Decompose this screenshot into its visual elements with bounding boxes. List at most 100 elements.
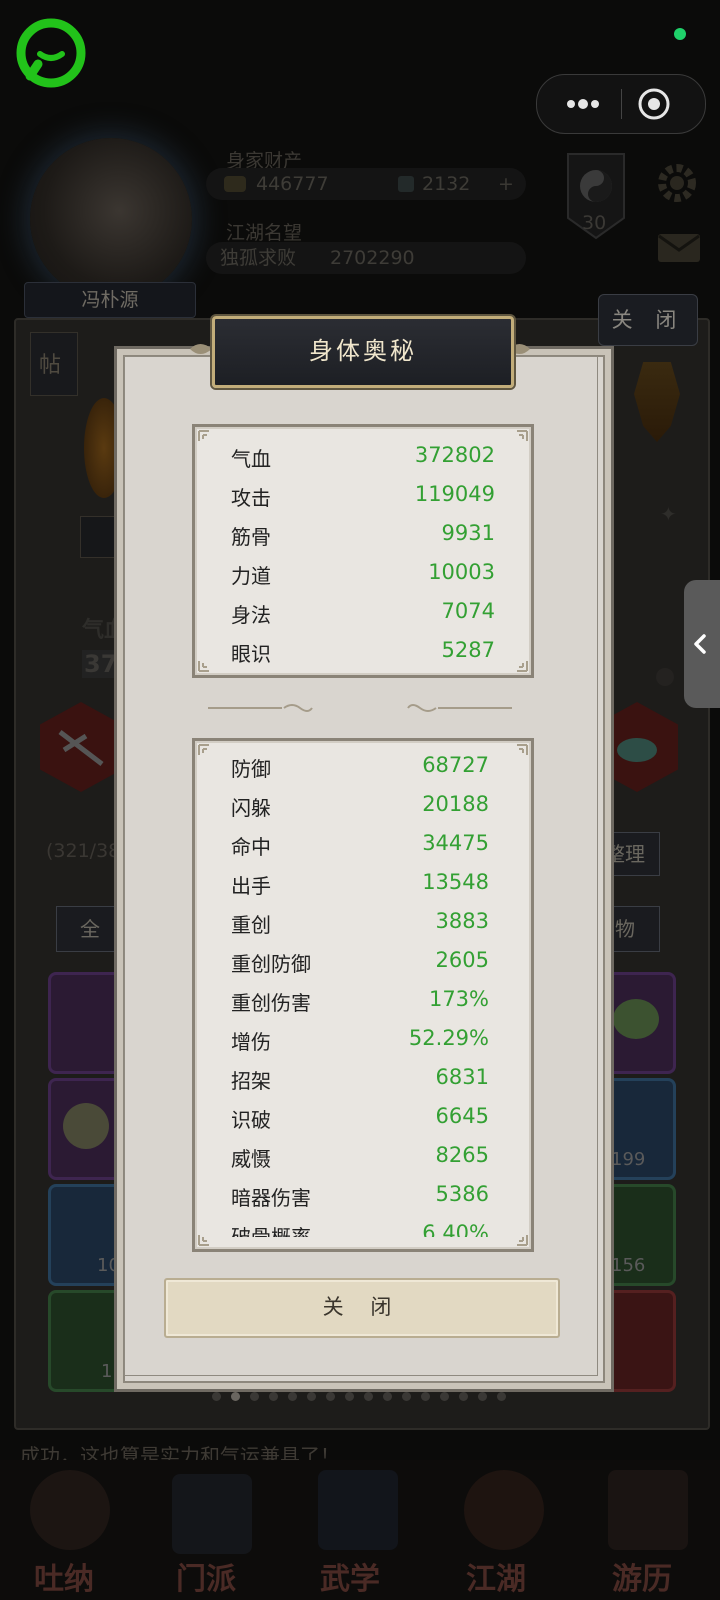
stat-label: 闪躲 (231, 796, 271, 820)
corner-ornament (517, 430, 528, 441)
fame-title: 独孤求败 (220, 247, 297, 269)
stat-value: 9931 (441, 521, 495, 545)
stat-row-weishe: 威慑 8265 (231, 1143, 489, 1182)
status-dot (674, 28, 686, 40)
stat-value: 10003 (428, 560, 495, 584)
modal-title: 身体奥秘 (212, 316, 514, 388)
gear-icon[interactable] (654, 160, 700, 206)
stat-label: 攻击 (231, 486, 271, 510)
inventory-slot[interactable] (48, 972, 124, 1074)
corner-ornament (198, 661, 209, 672)
more-icon[interactable] (557, 89, 609, 119)
stat-row-qixue: 气血 372802 (231, 443, 495, 482)
tie-label: 帖 (39, 353, 62, 378)
stat-value: 119049 (414, 482, 495, 506)
stat-row-shanduo: 闪躲 20188 (231, 792, 489, 831)
stat-row-yanshi: 眼识 5287 (231, 638, 495, 677)
stat-value: 34475 (422, 831, 489, 855)
stat-value: 2605 (435, 948, 489, 972)
stat-label: 重创 (231, 913, 271, 937)
nav-menpai-icon (172, 1474, 252, 1554)
stat-label: 威慑 (231, 1147, 271, 1171)
close-top-button[interactable]: 关 闭 (598, 294, 698, 346)
chevron-left-icon (694, 634, 706, 654)
stats-scroll-area[interactable]: 防御 68727 闪躲 20188 命中 34475 出手 13548 重创 3… (195, 741, 525, 1237)
stat-value: 6645 (435, 1104, 489, 1128)
stat-row-pogu-gailv: 破骨概率 6.40% (231, 1221, 489, 1237)
stat-value: 5386 (435, 1182, 489, 1206)
swap-icon[interactable] (656, 668, 674, 686)
nav-tuna[interactable]: 吐纳 (34, 1554, 94, 1598)
stat-label: 招架 (231, 1069, 271, 1093)
stat-row-fangyu: 防御 68727 (231, 753, 489, 792)
stat-label: 出手 (231, 874, 271, 898)
nav-wuxue-icon (318, 1470, 398, 1550)
nav-menpai[interactable]: 门派 (176, 1554, 236, 1598)
slot-count: 156 (611, 1255, 646, 1276)
fame-bar: 独孤求败 2702290 (206, 242, 526, 274)
tie-badge[interactable]: 帖 (30, 332, 78, 396)
stat-row-zengshang: 增伤 52.29% (231, 1026, 489, 1065)
inventory-slot[interactable] (48, 1078, 124, 1180)
stat-value: 173% (428, 987, 489, 1011)
pill-icon (63, 1103, 109, 1149)
player-name: 冯朴源 (24, 282, 196, 318)
stat-row-shipo: 识破 6645 (231, 1104, 489, 1143)
stat-value: 5287 (441, 638, 495, 662)
stat-label: 筋骨 (231, 525, 271, 549)
add-jade-icon[interactable]: + (498, 168, 514, 200)
close-button[interactable]: 关 闭 (164, 1278, 560, 1338)
stat-value: 3883 (435, 909, 489, 933)
coin-count: 446777 (256, 173, 329, 195)
fame-value: 2702290 (330, 247, 415, 269)
nav-youli[interactable]: 游历 (612, 1554, 672, 1598)
advanced-stats-panel[interactable]: 防御 68727 闪躲 20188 命中 34475 出手 13548 重创 3… (192, 738, 534, 1252)
stat-label: 重创伤害 (231, 991, 311, 1015)
stat-label: 重创防御 (231, 952, 311, 976)
section-divider-ornament (208, 704, 512, 712)
wealth-bar: 446777 2132 + (206, 168, 526, 200)
miniprogram-capsule (536, 74, 706, 134)
sparkle-icon: ✦ (660, 502, 677, 526)
stat-row-chushou: 出手 13548 (231, 870, 489, 909)
stat-row-zhongchuang: 重创 3883 (231, 909, 489, 948)
stat-value: 372802 (414, 443, 495, 467)
nav-wuxue[interactable]: 武学 (320, 1554, 380, 1598)
coin-icon (224, 176, 246, 192)
stat-label: 防御 (231, 757, 271, 781)
close-miniprogram-icon[interactable] (637, 87, 671, 121)
stat-row-shenfa: 身法 7074 (231, 599, 495, 638)
level-badge[interactable]: 30 (560, 148, 632, 244)
stat-label: 命中 (231, 835, 271, 859)
player-avatar[interactable] (30, 138, 192, 300)
corner-ornament (517, 661, 528, 672)
inventory-slot[interactable]: 1 (48, 1290, 124, 1392)
stat-label: 力道 (231, 564, 271, 588)
stat-row-jingu: 筋骨 9931 (231, 521, 495, 560)
side-drawer-tab[interactable] (684, 580, 720, 708)
stat-row-anqi-shanghai: 暗器伤害 5386 (231, 1182, 489, 1221)
base-stats-panel: 气血 372802 攻击 119049 筋骨 9931 力道 10003 身法 … (192, 424, 534, 678)
nav-jianghu-icon (464, 1470, 544, 1550)
stat-label: 身法 (231, 603, 271, 627)
fame-label: 江湖名望 (226, 222, 303, 244)
stat-row-zhongchuang-shanghai: 重创伤害 173% (231, 987, 489, 1026)
stat-label: 气血 (231, 447, 271, 471)
nav-youli-icon (608, 1470, 688, 1550)
wechat-logo-icon (16, 18, 86, 88)
stat-value: 6831 (435, 1065, 489, 1089)
capsule-divider (621, 89, 622, 119)
stat-value: 8265 (435, 1143, 489, 1167)
stat-label: 眼识 (231, 642, 271, 666)
stat-label: 增伤 (231, 1030, 271, 1054)
stat-label: 识破 (231, 1108, 271, 1132)
slot-count: 1 (101, 1361, 113, 1382)
mail-icon[interactable] (656, 232, 702, 264)
inventory-slot[interactable]: 10 (48, 1184, 124, 1286)
level-number: 30 (582, 212, 607, 234)
stat-value: 7074 (441, 599, 495, 623)
nav-jianghu[interactable]: 江湖 (466, 1554, 526, 1598)
stat-value: 52.29% (408, 1026, 489, 1050)
slot-count: 199 (611, 1149, 646, 1170)
stat-value: 20188 (422, 792, 489, 816)
